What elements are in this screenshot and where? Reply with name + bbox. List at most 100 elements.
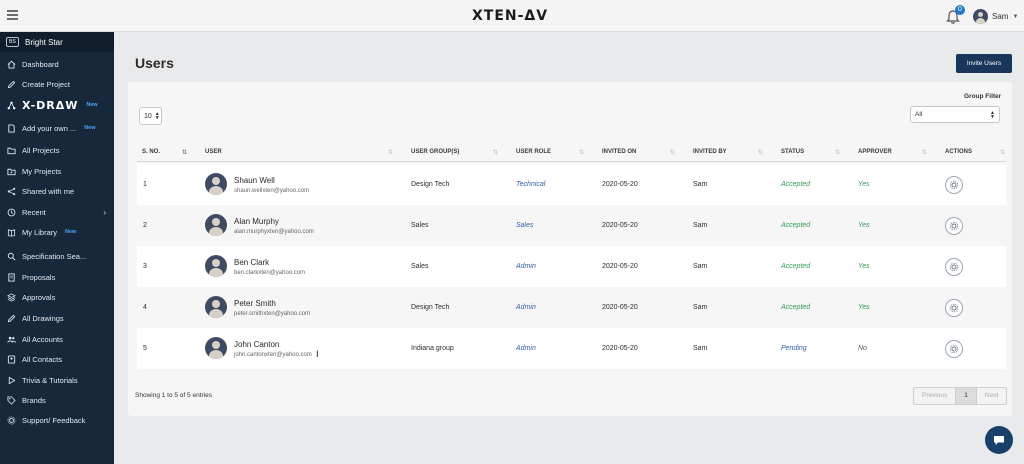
- sort-icon[interactable]: ⇅: [670, 149, 675, 156]
- sidebar-item-label: Add your own ...: [22, 123, 77, 133]
- sidebar-item-label: All Projects: [22, 145, 60, 155]
- sidebar-item-my-library[interactable]: My Library New: [0, 222, 114, 242]
- column-header-actions: ACTIONS: [945, 149, 972, 155]
- page-title: Users: [135, 55, 174, 71]
- sidebar-item-label: X-DRΔW: [22, 98, 79, 112]
- folder-user-icon: [7, 167, 16, 176]
- sort-icon[interactable]: ⇅: [579, 149, 584, 156]
- user-role[interactable]: Admin: [516, 345, 536, 352]
- sidebar-item-recent[interactable]: Recent ›: [0, 202, 114, 222]
- sidebar: BS Bright Star Dashboard Create Project …: [0, 32, 114, 464]
- row-action-button[interactable]: [945, 299, 963, 317]
- settings-icon: [949, 180, 959, 190]
- column-header-invited-by[interactable]: INVITED BY: [693, 149, 727, 155]
- sidebar-item-label: All Accounts: [22, 334, 63, 344]
- new-tag: New: [86, 102, 98, 108]
- sort-icon[interactable]: ⇅: [922, 149, 927, 156]
- user-name: Sam: [992, 12, 1009, 21]
- sidebar-item-all-accounts[interactable]: All Accounts: [0, 329, 114, 349]
- sidebar-item-trivia-tutorials[interactable]: Trivia & Tutorials: [0, 370, 114, 390]
- column-header-invited-on[interactable]: INVITED ON: [602, 149, 636, 155]
- select-arrows-icon: ▲ ▼: [990, 109, 995, 120]
- user-role[interactable]: Technical: [516, 181, 545, 188]
- approver-value: Yes: [858, 181, 870, 188]
- row-action-button[interactable]: [945, 258, 963, 276]
- column-header-user-role[interactable]: USER ROLE: [516, 149, 551, 155]
- chat-button[interactable]: [985, 426, 1013, 454]
- user-group: Indiana group: [411, 345, 454, 352]
- row-action-button[interactable]: [945, 217, 963, 235]
- app-logo[interactable]: XTEN-ΔV: [472, 8, 548, 24]
- sidebar-item-dashboard[interactable]: Dashboard: [0, 54, 114, 74]
- sidebar-item-label: Proposals: [22, 272, 56, 282]
- sidebar-item-label: All Drawings: [22, 313, 64, 323]
- next-page-button[interactable]: Next: [977, 388, 1006, 404]
- column-header-user[interactable]: USER: [205, 149, 222, 155]
- column-header-user-groups[interactable]: USER GROUP(S): [411, 149, 459, 155]
- brand-switcher[interactable]: BS Bright Star: [0, 32, 114, 52]
- sort-icon[interactable]: ⇅: [493, 149, 498, 156]
- sidebar-item-label: Recent: [22, 207, 46, 217]
- column-header-sno[interactable]: S. NO.: [142, 149, 160, 155]
- sidebar-item-label: My Library: [22, 227, 58, 237]
- invite-users-button[interactable]: Invite Users: [956, 54, 1012, 73]
- sidebar-item-add-your-own[interactable]: Add your own ... New: [0, 118, 114, 138]
- chevron-right-icon: ›: [103, 207, 106, 217]
- brand-badge: BS: [6, 37, 19, 47]
- sort-icon[interactable]: ⇅: [1000, 149, 1005, 156]
- settings-icon: [949, 262, 959, 272]
- page-size-value: 10: [144, 112, 152, 120]
- avatar: [973, 9, 988, 24]
- sort-icon[interactable]: ⇅: [758, 149, 763, 156]
- sort-icon[interactable]: ⇅: [182, 149, 187, 156]
- status-badge: Pending: [781, 345, 807, 352]
- user-role[interactable]: Admin: [516, 304, 536, 311]
- column-header-status[interactable]: STATUS: [781, 149, 804, 155]
- sidebar-item-create-project[interactable]: Create Project: [0, 74, 114, 94]
- user-role[interactable]: Sales: [516, 222, 534, 229]
- group-filter-label: Group Filter: [964, 93, 1002, 100]
- user-email: john.cantonxten@yahoo.com: [234, 352, 312, 358]
- entries-info: Showing 1 to 5 of 5 entries: [135, 392, 212, 399]
- sidebar-item-all-projects[interactable]: All Projects: [0, 140, 114, 160]
- approval-icon: [7, 292, 16, 302]
- pagination: Previous 1 Next: [913, 387, 1008, 405]
- invited-on: 2020-05-20: [602, 222, 638, 229]
- home-icon: [7, 60, 16, 69]
- sidebar-item-all-drawings[interactable]: All Drawings: [0, 308, 114, 328]
- invited-on: 2020-05-20: [602, 304, 638, 311]
- sort-icon[interactable]: ⇅: [835, 149, 840, 156]
- previous-page-button[interactable]: Previous: [914, 388, 955, 404]
- column-header-approver[interactable]: APPROVER: [858, 149, 892, 155]
- sidebar-item-brands[interactable]: Brands: [0, 390, 114, 410]
- sidebar-item-support-feedback[interactable]: Support/ Feedback: [0, 410, 114, 430]
- row-action-button[interactable]: [945, 176, 963, 194]
- sidebar-item-label: My Projects: [22, 166, 62, 176]
- sidebar-item-approvals[interactable]: Approvals: [0, 287, 114, 307]
- avatar: [205, 214, 227, 236]
- sidebar-item-all-contacts[interactable]: All Contacts: [0, 349, 114, 369]
- user-menu[interactable]: Sam ▼: [973, 8, 1018, 25]
- play-icon: [7, 376, 16, 385]
- sidebar-item-x-draw[interactable]: X-DRΔW New: [0, 95, 114, 115]
- user-email: peter.smithxten@yahoo.com: [234, 311, 311, 317]
- sidebar-item-shared-with-me[interactable]: Shared with me: [0, 181, 114, 201]
- group-filter-select[interactable]: All ▲ ▼: [910, 106, 1000, 123]
- hamburger-menu-icon[interactable]: [7, 10, 18, 20]
- page-1-button[interactable]: 1: [955, 388, 977, 404]
- sidebar-item-proposals[interactable]: Proposals: [0, 267, 114, 287]
- share-icon: [7, 187, 16, 196]
- folder-icon: [7, 146, 16, 155]
- row-action-button[interactable]: [945, 340, 963, 358]
- caret-down-icon: ▼: [1012, 13, 1019, 20]
- user-email: shaun.wellxten@yahoo.com: [234, 188, 310, 194]
- approver-value: Yes: [858, 263, 870, 270]
- user-name: Alan Murphy: [234, 217, 279, 226]
- user-name: John Canton: [234, 340, 280, 349]
- sidebar-item-specification-search[interactable]: Specification Sea...: [0, 246, 114, 266]
- sort-icon[interactable]: ⇅: [388, 149, 393, 156]
- page-size-select[interactable]: 10 ▲ ▼: [139, 107, 162, 125]
- sidebar-item-my-projects[interactable]: My Projects: [0, 161, 114, 181]
- user-role[interactable]: Admin: [516, 263, 536, 270]
- avatar: [205, 173, 227, 195]
